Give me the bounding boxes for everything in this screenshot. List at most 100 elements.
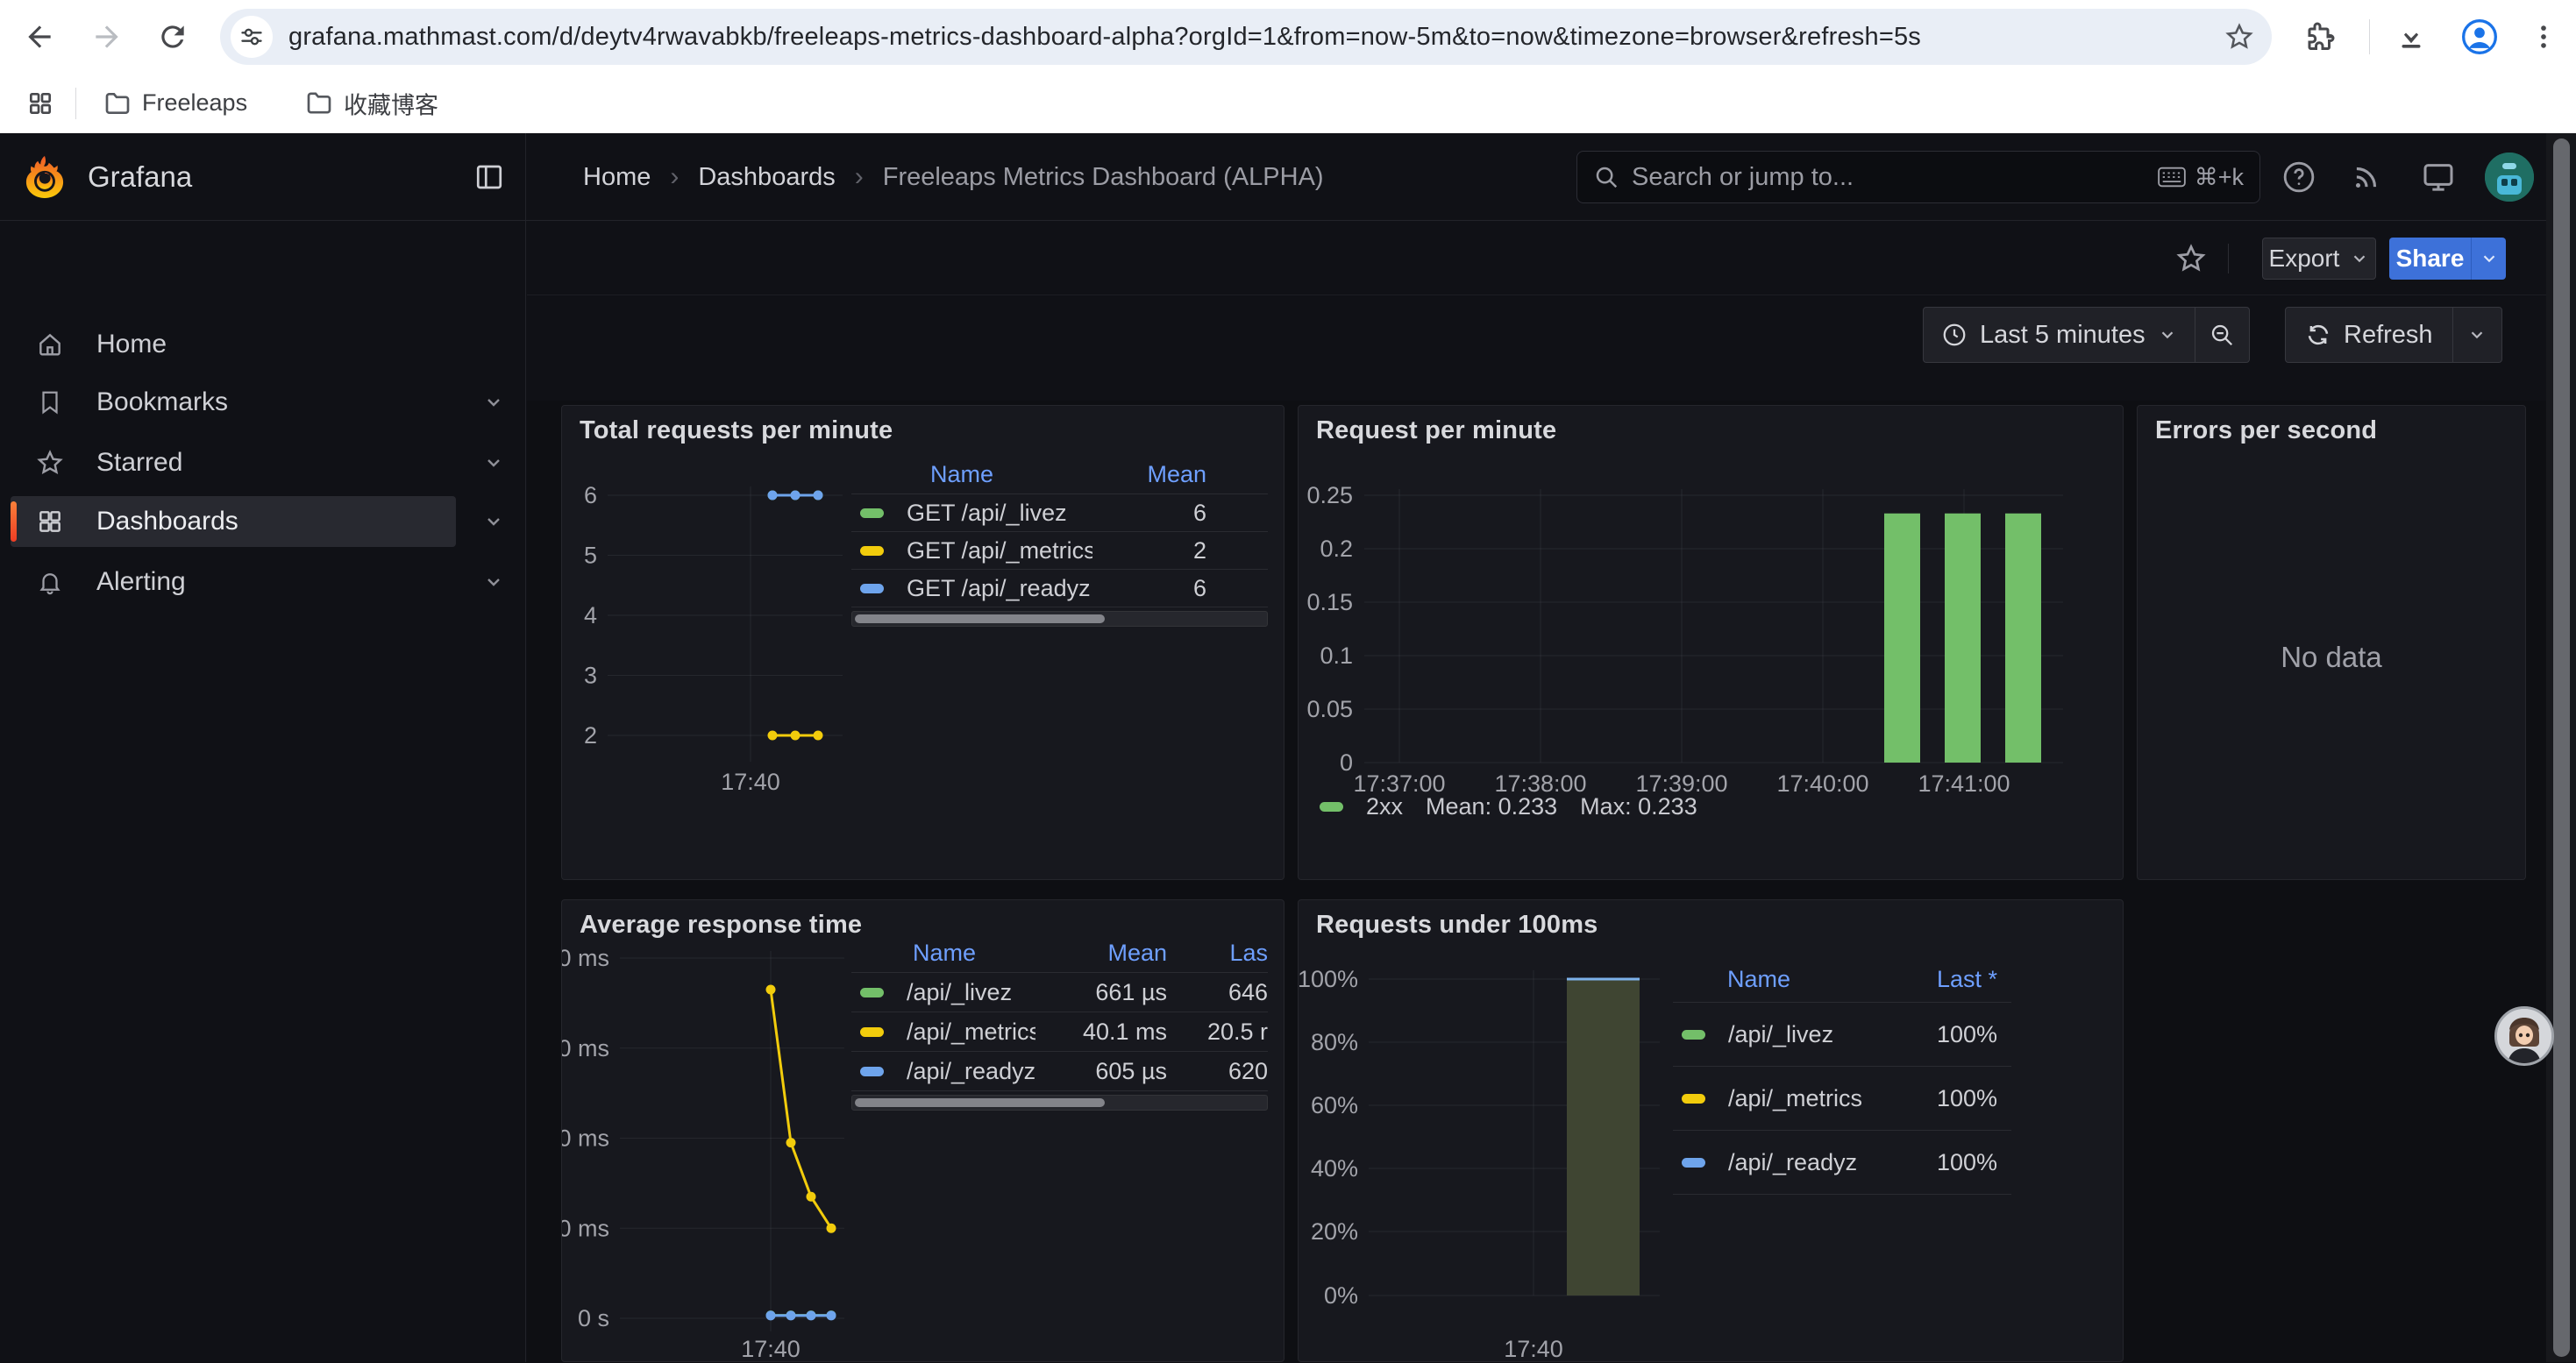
bookmark-folder-blogs[interactable]: 收藏博客 — [305, 86, 438, 120]
monitor-icon[interactable] — [2421, 160, 2456, 195]
reload-icon[interactable] — [156, 20, 189, 53]
url-text[interactable]: grafana.mathmast.com/d/deytv4rwavabkb/fr… — [288, 23, 2224, 52]
panel-errors-per-second[interactable]: Errors per secondNo data — [2137, 405, 2526, 880]
sidebar-item-home[interactable]: Home — [11, 319, 456, 370]
series-name[interactable]: /api/_metrics — [907, 1019, 1035, 1046]
legend-hscrollbar[interactable] — [851, 611, 1268, 627]
series-name[interactable]: GET /api/_livez — [907, 500, 1067, 527]
legend-line[interactable]: 2xxMean: 0.233Max: 0.233 — [1320, 793, 1697, 820]
legend-row[interactable]: GET /api/_readyz6 — [851, 569, 1268, 607]
refresh-button[interactable]: Refresh — [2286, 308, 2452, 362]
panel-title[interactable]: Errors per second — [2155, 416, 2377, 445]
legend-value: 605 µs — [1035, 1058, 1167, 1085]
bookmark-star-icon[interactable] — [2224, 22, 2254, 52]
zoom-out-button[interactable] — [2195, 308, 2249, 362]
legend-row[interactable]: /api/_metrics40.1 ms20.5 r — [851, 1012, 1268, 1051]
legend-row[interactable]: GET /api/_metrics2 — [851, 531, 1268, 569]
sidebar-item-alerting[interactable]: Alerting — [11, 557, 456, 607]
panel-requests-under-100ms[interactable]: Requests under 100ms100%80%60%40%20%0%17… — [1298, 899, 2124, 1362]
favorite-dashboard-icon[interactable] — [2175, 243, 2207, 274]
sidebar-item-label: Home — [96, 330, 167, 359]
legend-header[interactable]: Mean — [1035, 940, 1167, 967]
back-icon[interactable] — [23, 20, 56, 53]
download-icon[interactable] — [2395, 21, 2427, 53]
page-scrollbar[interactable] — [2546, 133, 2576, 1362]
search-placeholder: Search or jump to... — [1632, 163, 2158, 192]
apps-grid-icon[interactable] — [26, 89, 54, 117]
legend-row[interactable]: /api/_readyz605 µs620 — [851, 1051, 1268, 1090]
data-point — [791, 731, 801, 741]
bookmark-folder-freeleaps[interactable]: Freeleaps — [103, 89, 247, 117]
legend-hscrollbar[interactable] — [851, 1095, 1268, 1111]
sidebar-item-bookmarks[interactable]: Bookmarks — [11, 377, 456, 428]
floating-assistant-avatar[interactable] — [2494, 1006, 2554, 1066]
y-tick-label: 0.05 — [1306, 696, 1353, 722]
legend-row[interactable]: /api/_metrics 100% — [1673, 1066, 2011, 1130]
forward-icon[interactable] — [90, 20, 124, 53]
legend-row[interactable]: GET /api/_livez6 — [851, 493, 1268, 531]
sidebar-item-dashboards[interactable]: Dashboards — [11, 496, 456, 547]
series-name[interactable]: /api/_livez — [1728, 1021, 1833, 1048]
bookmark-icon — [35, 388, 65, 416]
url-bar[interactable]: grafana.mathmast.com/d/deytv4rwavabkb/fr… — [220, 9, 2272, 65]
legend-header-name[interactable]: Name — [930, 461, 993, 488]
legend-hscrollbar-thumb[interactable] — [855, 1098, 1105, 1107]
legend-row[interactable]: /api/_readyz100% — [1673, 1130, 2011, 1194]
chevron-down-icon[interactable] — [480, 496, 507, 547]
legend-hscrollbar-thumb[interactable] — [855, 614, 1105, 623]
sidebar-nav: Home Bookmarks Starred Dashboards Alerti… — [0, 221, 526, 1362]
rss-icon[interactable] — [2350, 160, 2383, 194]
legend-value: 100% — [1892, 1085, 1997, 1112]
series-name[interactable]: /api/_readyz — [1728, 1149, 1857, 1176]
legend-header-name[interactable]: Name — [1727, 966, 1790, 993]
legend-value: 40.1 ms — [1035, 1019, 1167, 1046]
legend-row[interactable]: /api/_livez661 µs646 — [851, 972, 1268, 1012]
user-avatar[interactable] — [2485, 153, 2534, 202]
help-icon[interactable] — [2281, 160, 2316, 195]
sidebar-item-starred[interactable]: Starred — [11, 437, 456, 488]
data-point — [827, 1310, 836, 1320]
browser-menu-icon[interactable] — [2529, 22, 2558, 52]
chevron-down-icon[interactable] — [480, 557, 507, 607]
dock-menu-toggle-icon[interactable] — [470, 158, 509, 196]
site-settings-icon[interactable] — [231, 16, 273, 58]
legend-header-name[interactable]: Name — [913, 940, 976, 967]
y-tick-label: 20% — [1311, 1218, 1358, 1245]
breadcrumb-separator: › — [670, 162, 679, 192]
legend-header[interactable]: Las — [1167, 940, 1268, 967]
time-range-picker[interactable]: Last 5 minutes — [1924, 308, 2195, 362]
chevron-down-icon[interactable] — [480, 377, 507, 428]
bookmark-folder-label: 收藏博客 — [344, 86, 438, 120]
panel-average-response-time[interactable]: Average response time80 ms60 ms40 ms20 m… — [561, 899, 1284, 1362]
panel-total-requests-per-minute[interactable]: Total requests per minute6543217:40NameM… — [561, 405, 1284, 880]
browser-profile-icon[interactable] — [2460, 18, 2499, 56]
legend-value: 20.5 r — [1167, 1019, 1268, 1046]
panel-request-per-minute[interactable]: Request per minute0.250.20.150.10.05017:… — [1298, 405, 2124, 880]
chevron-down-icon[interactable] — [480, 437, 507, 488]
series-name[interactable]: 2xx — [1366, 793, 1403, 820]
y-tick-label: 80% — [1311, 1029, 1358, 1055]
extensions-icon[interactable] — [2304, 21, 2336, 53]
series-name[interactable]: /api/_livez — [907, 979, 1012, 1006]
refresh-interval-button[interactable] — [2452, 308, 2501, 362]
y-tick-label: 2 — [584, 722, 597, 749]
export-button[interactable]: Export — [2262, 238, 2376, 280]
legend-header[interactable]: Last * — [1892, 966, 1997, 993]
series-color-swatch — [860, 584, 884, 593]
search-input[interactable]: Search or jump to... ⌘+k — [1576, 151, 2260, 203]
series-name[interactable]: /api/_metrics — [1728, 1085, 1862, 1112]
series-name[interactable]: GET /api/_metrics — [907, 537, 1092, 564]
data-point — [768, 731, 778, 741]
legend-row[interactable]: /api/_livez100% — [1673, 1002, 2011, 1066]
legend-header[interactable]: Mean — [1092, 461, 1206, 488]
share-button[interactable]: Share — [2389, 238, 2471, 280]
app-title: Grafana — [88, 160, 192, 194]
breadcrumb-home[interactable]: Home — [583, 163, 651, 192]
series-name[interactable]: GET /api/_readyz — [907, 575, 1091, 602]
series-name[interactable]: /api/_readyz — [907, 1058, 1035, 1085]
breadcrumb-dashboards[interactable]: Dashboards — [698, 163, 835, 192]
scrollbar-thumb[interactable] — [2553, 138, 2570, 1357]
x-tick-label: 17:40:00 — [1776, 770, 1868, 797]
share-menu-button[interactable] — [2471, 238, 2506, 280]
y-tick-label: 4 — [584, 602, 597, 628]
